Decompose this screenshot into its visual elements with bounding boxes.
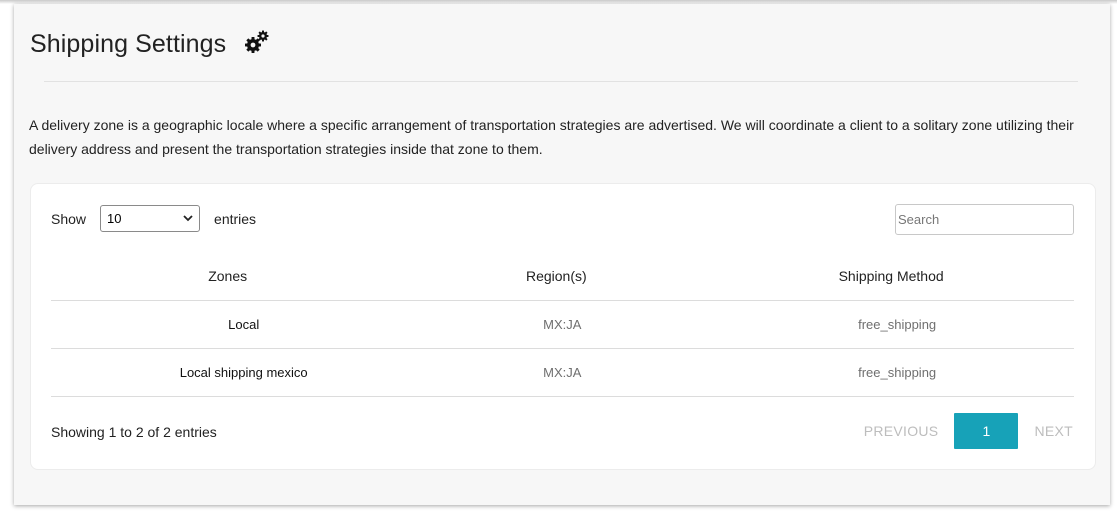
show-label: Show [51,210,87,227]
header-divider [44,81,1078,82]
zones-table: Zones Region(s) Shipping Method Local MX… [51,252,1074,397]
gears-icon [245,30,269,53]
zone-cell: Local [51,300,405,349]
table-row[interactable]: Local MX:JA free_shipping [51,300,1074,349]
column-header-shipping-method[interactable]: Shipping Method [708,252,1074,301]
entries-label: entries [214,210,257,227]
page-length-control: Show 10 entries [51,205,256,232]
zones-table-card: Show 10 entries Zones Region(s) Shipping… [30,183,1096,470]
pagination: PREVIOUS 1 NEXT [864,413,1073,449]
column-header-regions[interactable]: Region(s) [404,252,709,301]
table-header-row: Zones Region(s) Shipping Method [51,252,1074,301]
page-length-value: 10 [107,211,122,226]
next-page-button[interactable]: NEXT [1034,423,1073,439]
previous-page-button[interactable]: PREVIOUS [864,423,939,439]
page-description: A delivery zone is a geographic locale w… [29,117,1074,157]
search-input[interactable] [895,204,1074,235]
shipping-settings-panel: Shipping Settings A delivery zone is a g… [14,4,1110,505]
chevron-down-icon [183,215,193,222]
zone-cell: Local shipping mexico [51,348,405,397]
regions-cell: MX:JA [404,348,709,397]
page-length-select[interactable]: 10 [100,205,201,232]
page-title: Shipping Settings [30,30,227,58]
regions-cell: MX:JA [404,300,709,349]
page-header: Shipping Settings [30,30,270,59]
page-1-button[interactable]: 1 [954,413,1019,449]
column-header-zones[interactable]: Zones [51,252,405,301]
table-row[interactable]: Local shipping mexico MX:JA free_shippin… [51,348,1074,397]
table-info: Showing 1 to 2 of 2 entries [51,424,217,440]
shipping-method-cell: free_shipping [708,348,1074,397]
shipping-method-cell: free_shipping [708,300,1074,349]
